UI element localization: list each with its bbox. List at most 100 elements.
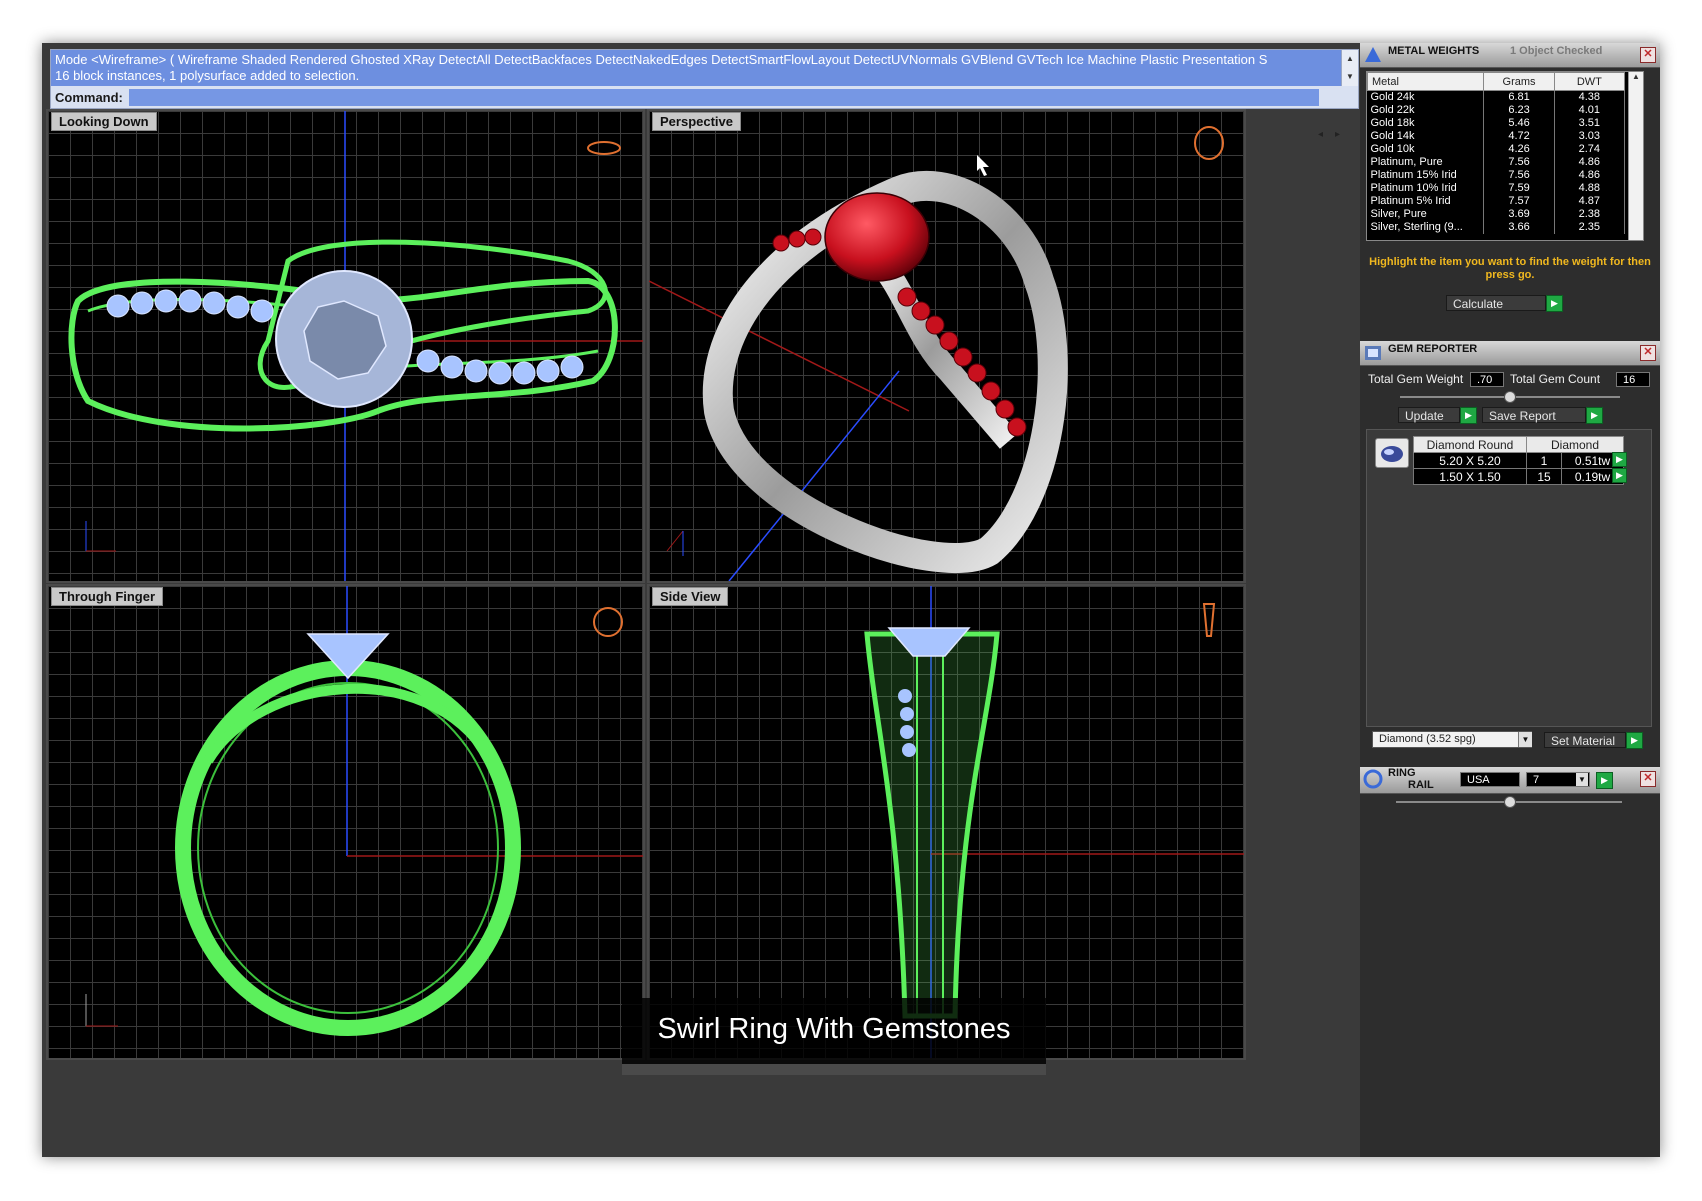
viewport-side-view[interactable]: Side View: [647, 584, 1246, 1060]
dwt-value: 4.88: [1554, 182, 1626, 195]
calculate-go-button[interactable]: ▶: [1546, 295, 1563, 312]
table-row[interactable]: Silver, Pure 3.69 2.38: [1367, 208, 1626, 221]
diamond-icon: [1375, 438, 1409, 468]
close-icon[interactable]: ✕: [1640, 47, 1656, 63]
column-header: Diamond: [1526, 436, 1624, 453]
view-orientation-icon: [587, 141, 621, 155]
grams-value: 7.56: [1483, 169, 1555, 182]
total-gem-weight-label: Total Gem Weight: [1368, 372, 1464, 386]
ring-rendered-perspective: [649, 126, 1224, 581]
viewport-title[interactable]: Perspective: [652, 112, 741, 131]
ring-country-select[interactable]: USA: [1460, 772, 1520, 787]
gem-row-go-button[interactable]: ▶: [1612, 452, 1627, 467]
set-material-go-button[interactable]: ▶: [1626, 732, 1643, 749]
viewport-title[interactable]: Through Finger: [51, 587, 164, 606]
total-gem-count-value: 16: [1616, 372, 1650, 387]
metal-name: Platinum, Pure: [1367, 156, 1485, 169]
command-history-line: Mode <Wireframe> ( Wireframe Shaded Rend…: [55, 52, 1268, 67]
command-area: Mode <Wireframe> ( Wireframe Shaded Rend…: [50, 49, 1359, 140]
table-row[interactable]: Gold 22k 6.23 4.01: [1367, 104, 1626, 117]
table-row[interactable]: Platinum, Pure 7.56 4.86: [1367, 156, 1626, 169]
grams-value: 7.59: [1483, 182, 1555, 195]
viewport-perspective[interactable]: Perspective: [647, 109, 1246, 583]
table-row[interactable]: Platinum 5% Irid 7.57 4.87: [1367, 195, 1626, 208]
total-gem-count-label: Total Gem Count: [1510, 372, 1601, 386]
metal-name: Gold 18k: [1367, 117, 1485, 130]
ring-rail-title-line: RING: [1388, 767, 1416, 779]
dwt-value: 4.01: [1554, 104, 1626, 117]
video-caption: Swirl Ring With Gemstones: [622, 998, 1046, 1064]
table-row[interactable]: Silver, Sterling (9... 3.66 2.35: [1367, 221, 1626, 234]
command-line: Command: ◂▸: [51, 87, 1358, 140]
dwt-value: 2.35: [1554, 221, 1626, 234]
dwt-value: 3.03: [1554, 130, 1626, 143]
calculate-select[interactable]: Calculate: [1446, 295, 1546, 311]
view-orientation-icon: [593, 607, 623, 637]
view-orientation-icon: [1202, 603, 1216, 637]
viewport-through-finger[interactable]: Through Finger: [46, 584, 645, 1060]
metal-name: Platinum 5% Irid: [1367, 195, 1485, 208]
table-row[interactable]: Platinum 10% Irid 7.59 4.88: [1367, 182, 1626, 195]
gem-table[interactable]: Diamond Round Diamond 5.20 X 5.20 1 0.51…: [1413, 436, 1624, 485]
ring-rail-title-line: RAIL: [1408, 779, 1434, 791]
update-button[interactable]: Update: [1398, 407, 1460, 423]
app-window: Mode <Wireframe> ( Wireframe Shaded Rend…: [42, 43, 1660, 1157]
grams-value: 4.72: [1483, 130, 1555, 143]
close-icon[interactable]: ✕: [1640, 771, 1656, 787]
ring-rail-slider-handle[interactable]: [1504, 796, 1516, 808]
save-report-go-button[interactable]: ▶: [1586, 407, 1603, 424]
gem-reporter-header: GEM REPORTER ✕: [1360, 341, 1660, 366]
metal-name: Gold 14k: [1367, 130, 1485, 143]
save-report-button[interactable]: Save Report: [1482, 407, 1586, 423]
table-row[interactable]: 1.50 X 1.50 15 0.19tw: [1413, 468, 1624, 485]
command-input[interactable]: [129, 89, 1319, 106]
dwt-value: 4.86: [1554, 169, 1626, 182]
plugin-panel: METAL WEIGHTS 1 Object Checked ✕ Metal G…: [1360, 43, 1660, 1157]
chevron-down-icon[interactable]: ▼: [1576, 773, 1588, 786]
total-gem-weight-value: .70: [1470, 372, 1504, 387]
dwt-value: 4.38: [1554, 90, 1626, 104]
material-select[interactable]: Diamond (3.52 spg): [1372, 731, 1532, 748]
command-history-scrollbar[interactable]: ▲ ▼: [1341, 50, 1358, 86]
column-header[interactable]: Grams: [1483, 72, 1555, 91]
command-history: Mode <Wireframe> ( Wireframe Shaded Rend…: [51, 50, 1341, 86]
column-header[interactable]: Metal: [1367, 72, 1485, 91]
dwt-value: 3.51: [1554, 117, 1626, 130]
column-header[interactable]: DWT: [1553, 72, 1626, 91]
ring-wireframe-side: [864, 586, 1244, 1058]
metal-weights-title: METAL WEIGHTS: [1388, 45, 1480, 57]
command-nav-arrows[interactable]: ◂▸: [1302, 124, 1352, 145]
dwt-value: 4.87: [1554, 195, 1626, 208]
ring-wireframe-front: [85, 586, 643, 1036]
viewport-title[interactable]: Looking Down: [51, 112, 157, 131]
view-orientation-icon: [1194, 126, 1224, 160]
grams-value: 6.81: [1483, 90, 1555, 104]
metal-weights-status: 1 Object Checked: [1510, 45, 1603, 57]
table-row[interactable]: Gold 10k 4.26 2.74: [1367, 143, 1626, 156]
metal-table-scrollbar[interactable]: ▲: [1628, 72, 1643, 240]
viewport-looking-down[interactable]: Looking Down: [46, 109, 645, 583]
dwt-value: 2.74: [1554, 143, 1626, 156]
gem-size: 5.20 X 5.20: [1413, 452, 1527, 469]
table-row[interactable]: Gold 18k 5.46 3.51: [1367, 117, 1626, 130]
table-row[interactable]: 5.20 X 5.20 1 0.51tw: [1413, 452, 1624, 469]
table-row[interactable]: Platinum 15% Irid 7.56 4.86: [1367, 169, 1626, 182]
command-history-line: 16 block instances, 1 polysurface added …: [55, 68, 360, 83]
set-material-button[interactable]: Set Material: [1544, 732, 1626, 748]
metal-name: Gold 10k: [1367, 143, 1485, 156]
gem-slider-handle[interactable]: [1504, 391, 1516, 403]
close-icon[interactable]: ✕: [1640, 345, 1656, 361]
ring-rail-go-button[interactable]: ▶: [1596, 772, 1613, 789]
ring-wireframe-top: [68, 111, 643, 581]
table-row[interactable]: Gold 14k 4.72 3.03: [1367, 130, 1626, 143]
grams-value: 5.46: [1483, 117, 1555, 130]
table-row[interactable]: Gold 24k 6.81 4.38: [1367, 90, 1626, 104]
chevron-down-icon[interactable]: ▼: [1518, 732, 1532, 747]
ring-rail-title: RING RAIL: [1388, 767, 1434, 791]
grams-value: 7.56: [1483, 156, 1555, 169]
update-go-button[interactable]: ▶: [1460, 407, 1477, 424]
viewport-title[interactable]: Side View: [652, 587, 729, 606]
metal-weights-table[interactable]: Metal Grams DWT Gold 24k 6.81 4.38 Gold 22…: [1366, 71, 1644, 241]
caption-bar: [622, 1064, 1046, 1075]
gem-row-go-button[interactable]: ▶: [1612, 468, 1627, 483]
